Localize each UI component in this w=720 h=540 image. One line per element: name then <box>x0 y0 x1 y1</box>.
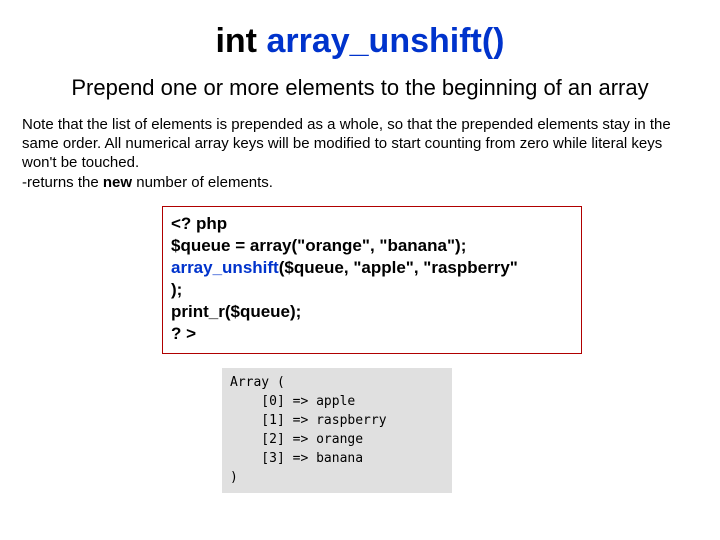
title-prefix: int <box>215 22 266 60</box>
note-block: Note that the list of elements is prepen… <box>22 115 698 192</box>
note-line2-bold: new <box>103 174 132 191</box>
code-line: $queue = array("orange", "banana"); <box>171 235 573 257</box>
code-line-rest: ($queue, "apple", "raspberry" <box>279 258 518 277</box>
code-line: print_r($queue); <box>171 301 573 323</box>
output-line: [2] => orange <box>230 431 444 450</box>
code-line: ? > <box>171 323 573 345</box>
output-line: [3] => banana <box>230 450 444 469</box>
output-line: Array ( <box>230 374 444 393</box>
code-line: array_unshift($queue, "apple", "raspberr… <box>171 257 573 279</box>
output-line: ) <box>230 469 444 488</box>
subtitle: Prepend one or more elements to the begi… <box>22 75 698 101</box>
code-line: ); <box>171 279 573 301</box>
note-line2-prefix: -returns the <box>22 174 103 191</box>
output-line: [1] => raspberry <box>230 412 444 431</box>
slide: int array_unshift() Prepend one or more … <box>0 0 720 540</box>
note-line1: Note that the list of elements is prepen… <box>22 116 671 171</box>
code-line: <? php <box>171 213 573 235</box>
code-function-name: array_unshift <box>171 258 279 277</box>
code-example: <? php $queue = array("orange", "banana"… <box>162 206 582 355</box>
title-function: array_unshift() <box>266 22 504 60</box>
output-line: [0] => apple <box>230 393 444 412</box>
page-title: int array_unshift() <box>22 22 698 61</box>
output-block: Array ( [0] => apple [1] => raspberry [2… <box>222 368 452 493</box>
note-line2-suffix: number of elements. <box>132 174 273 191</box>
